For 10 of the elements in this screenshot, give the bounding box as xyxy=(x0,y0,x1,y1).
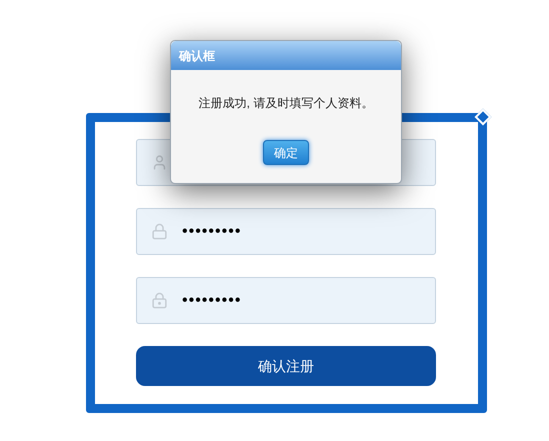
dialog-title: 确认框 xyxy=(171,41,401,70)
password-value: ••••••••• xyxy=(182,222,242,242)
password-value: ••••••••• xyxy=(182,290,242,310)
lock-icon xyxy=(151,223,168,240)
user-icon xyxy=(151,154,168,171)
input-field[interactable]: ••••••••• xyxy=(136,208,436,255)
register-button[interactable]: 确认注册 xyxy=(136,346,436,386)
input-field[interactable]: ••••••••• xyxy=(136,277,436,324)
lock-icon xyxy=(151,292,168,309)
dialog-message: 注册成功, 请及时填写个人资料。 xyxy=(198,95,374,112)
